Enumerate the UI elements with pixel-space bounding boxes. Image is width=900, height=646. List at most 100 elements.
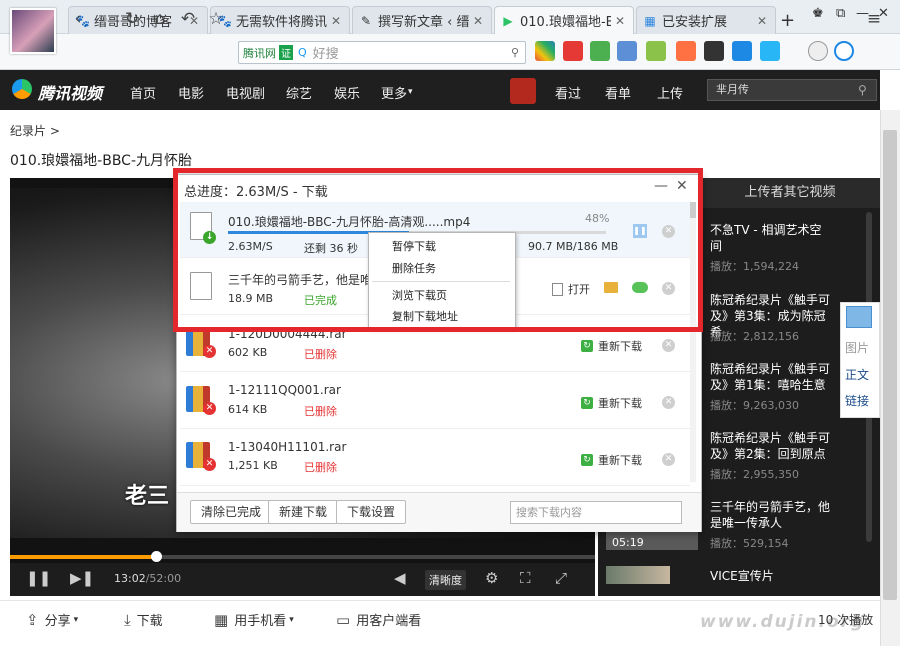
download-button[interactable]: ⤓ 下载 (124, 610, 163, 630)
pause-icon[interactable]: ❚❚ (26, 569, 51, 587)
side-float-images[interactable]: 图片 (845, 339, 869, 356)
nav-movie[interactable]: 电影 (178, 83, 204, 102)
forward-icon[interactable]: › (95, 9, 115, 29)
file-size: 614 KB (228, 403, 268, 416)
nav-tv[interactable]: 电视剧 (226, 83, 265, 102)
note-icon[interactable] (760, 41, 780, 61)
wechat-icon[interactable] (590, 41, 610, 61)
back-icon[interactable]: ‹ (68, 9, 88, 29)
related-panel-header[interactable]: 上传者其它视频 (700, 178, 880, 208)
remove-icon[interactable]: ✕ (662, 339, 675, 352)
related-item-title[interactable]: 陈冠希纪录片《触手可及》第1集：嘻哈生意 (710, 361, 830, 393)
related-item-title[interactable]: VICE宣传片 (710, 568, 830, 584)
magnifier-icon[interactable]: ⚲ (511, 46, 519, 59)
new-download-button[interactable]: 新建下载 (268, 500, 339, 524)
volume-icon[interactable]: ◀ (394, 569, 406, 587)
related-item-plays: 播放：9,263,030 (710, 399, 799, 412)
related-item-title[interactable]: 三千年的弓箭手艺，他是唯一传承人 (710, 499, 835, 531)
play-count: 10 次播放 (818, 613, 874, 627)
tencent-video-logo-icon[interactable] (12, 79, 32, 99)
video-subtitle: 老三 (125, 484, 170, 509)
tab-video[interactable]: ▶ 010.琅嬛福地-B ✕ (494, 6, 634, 34)
page-title: 010.琅嬛福地-BBC-九月怀胎 (10, 153, 193, 169)
download-settings-button[interactable]: 下载设置 (336, 500, 407, 524)
picture-icon[interactable] (846, 306, 872, 328)
cloud-icon[interactable] (808, 41, 828, 61)
redownload-label: 重新下载 (598, 340, 642, 353)
clarity-button[interactable]: 清晰度 (425, 570, 466, 590)
undo-icon[interactable]: ↶ (178, 9, 198, 29)
mobile-view-button[interactable]: ▦ 用手机看 ▾ (214, 610, 294, 630)
close-icon[interactable]: ✕ (331, 14, 343, 28)
reload-icon[interactable]: ↻ (122, 9, 142, 29)
side-float-text[interactable]: 正文 (845, 366, 869, 383)
download-label: 下载 (136, 614, 163, 629)
redownload-button[interactable]: ↻ 重新下载 (581, 395, 642, 411)
client-view-button[interactable]: ▭ 用客户端看 (336, 610, 421, 630)
clear-completed-button[interactable]: 清除已完成 (190, 500, 273, 524)
redownload-label: 重新下载 (598, 454, 642, 467)
page-scrollbar-thumb[interactable] (883, 130, 897, 600)
refresh-icon: ↻ (581, 397, 593, 409)
settings-gear-icon[interactable]: ⚙ (485, 569, 498, 587)
nav-variety[interactable]: 综艺 (286, 83, 312, 102)
chevron-down-icon: ▾ (408, 87, 413, 97)
downloads-icon[interactable] (834, 41, 854, 61)
nav-ent[interactable]: 娱乐 (334, 83, 360, 102)
share-button[interactable]: ⇪ 分享 ▾ (26, 610, 78, 630)
status-deleted: 已删除 (304, 461, 337, 474)
widescreen-icon[interactable]: ⛶ (520, 569, 531, 587)
download-search-input[interactable]: 搜索下载内容 (510, 501, 682, 524)
redownload-button[interactable]: ↻ 重新下载 (581, 338, 642, 354)
nav-upload[interactable]: 上传 (657, 83, 683, 102)
close-icon[interactable]: ✕ (473, 14, 485, 28)
h-icon[interactable] (704, 41, 724, 61)
close-icon[interactable]: ✕ (757, 14, 769, 28)
nav-more[interactable]: 更多 (381, 83, 407, 102)
close-icon[interactable]: ✕ (615, 14, 627, 28)
home-icon[interactable]: ⌂ (150, 9, 170, 29)
address-bar[interactable]: 腾讯网 证 Q 好搜 ⚲ (238, 41, 526, 64)
fullscreen-icon[interactable]: ⤢ (555, 569, 567, 587)
weibo-icon[interactable] (563, 41, 583, 61)
redownload-label: 重新下载 (598, 397, 642, 410)
related-item-title[interactable]: 陈冠希纪录片《触手可及》第2集：回到原点 (710, 430, 830, 462)
file-size: 602 KB (228, 346, 268, 359)
refresh-icon: ↻ (581, 454, 593, 466)
game-icon[interactable] (676, 41, 696, 61)
search-icon[interactable]: ⚲ (858, 83, 867, 97)
nav-playlist[interactable]: 看单 (605, 83, 631, 102)
next-icon[interactable]: ▶❚ (70, 569, 94, 587)
download-arrow-icon[interactable] (732, 41, 752, 61)
user-avatar-small[interactable] (510, 78, 536, 104)
file-size: 1,251 KB (228, 459, 278, 472)
side-float-links[interactable]: 链接 (845, 392, 869, 409)
brand-name[interactable]: 腾讯视频 (38, 80, 102, 104)
remove-icon[interactable]: ✕ (662, 453, 675, 466)
player-controls (10, 563, 595, 596)
related-item-title[interactable]: 不急TV - 相调艺术空间 (710, 222, 830, 254)
time-total: /52:00 (145, 572, 182, 585)
screen-icon[interactable] (617, 41, 637, 61)
star-icon[interactable]: ☆ (206, 9, 226, 29)
apps-icon[interactable] (535, 41, 555, 61)
related-thumbnail[interactable] (606, 566, 670, 584)
tab-article[interactable]: 🐾 无需软件将腾讯 ✕ (210, 6, 350, 34)
search-icon: Q (298, 46, 307, 59)
tab-extensions[interactable]: ▦ 已安装扩展 ✕ (636, 6, 776, 34)
breadcrumb[interactable]: 纪录片 > (10, 122, 60, 139)
new-tab-button[interactable]: + (780, 10, 795, 31)
nav-history[interactable]: 看过 (555, 83, 581, 102)
skin-icon[interactable]: ♚ (812, 6, 824, 21)
user-avatar[interactable] (10, 8, 56, 54)
remove-icon[interactable]: ✕ (662, 396, 675, 409)
nav-home[interactable]: 首页 (130, 83, 156, 102)
redownload-button[interactable]: ↻ 重新下载 (581, 452, 642, 468)
file-name: 1-12111QQ001.rar (228, 383, 341, 397)
image-icon[interactable] (646, 41, 666, 61)
menu-icon[interactable]: ≡ (864, 9, 884, 29)
tab-write[interactable]: ✎ 撰写新文章 ‹ 缙 ✕ (352, 6, 492, 34)
deleted-badge-icon: ✕ (203, 345, 216, 358)
site-search-input[interactable]: 芈月传 (707, 79, 877, 101)
restore-icon[interactable]: ⧉ (836, 6, 845, 21)
